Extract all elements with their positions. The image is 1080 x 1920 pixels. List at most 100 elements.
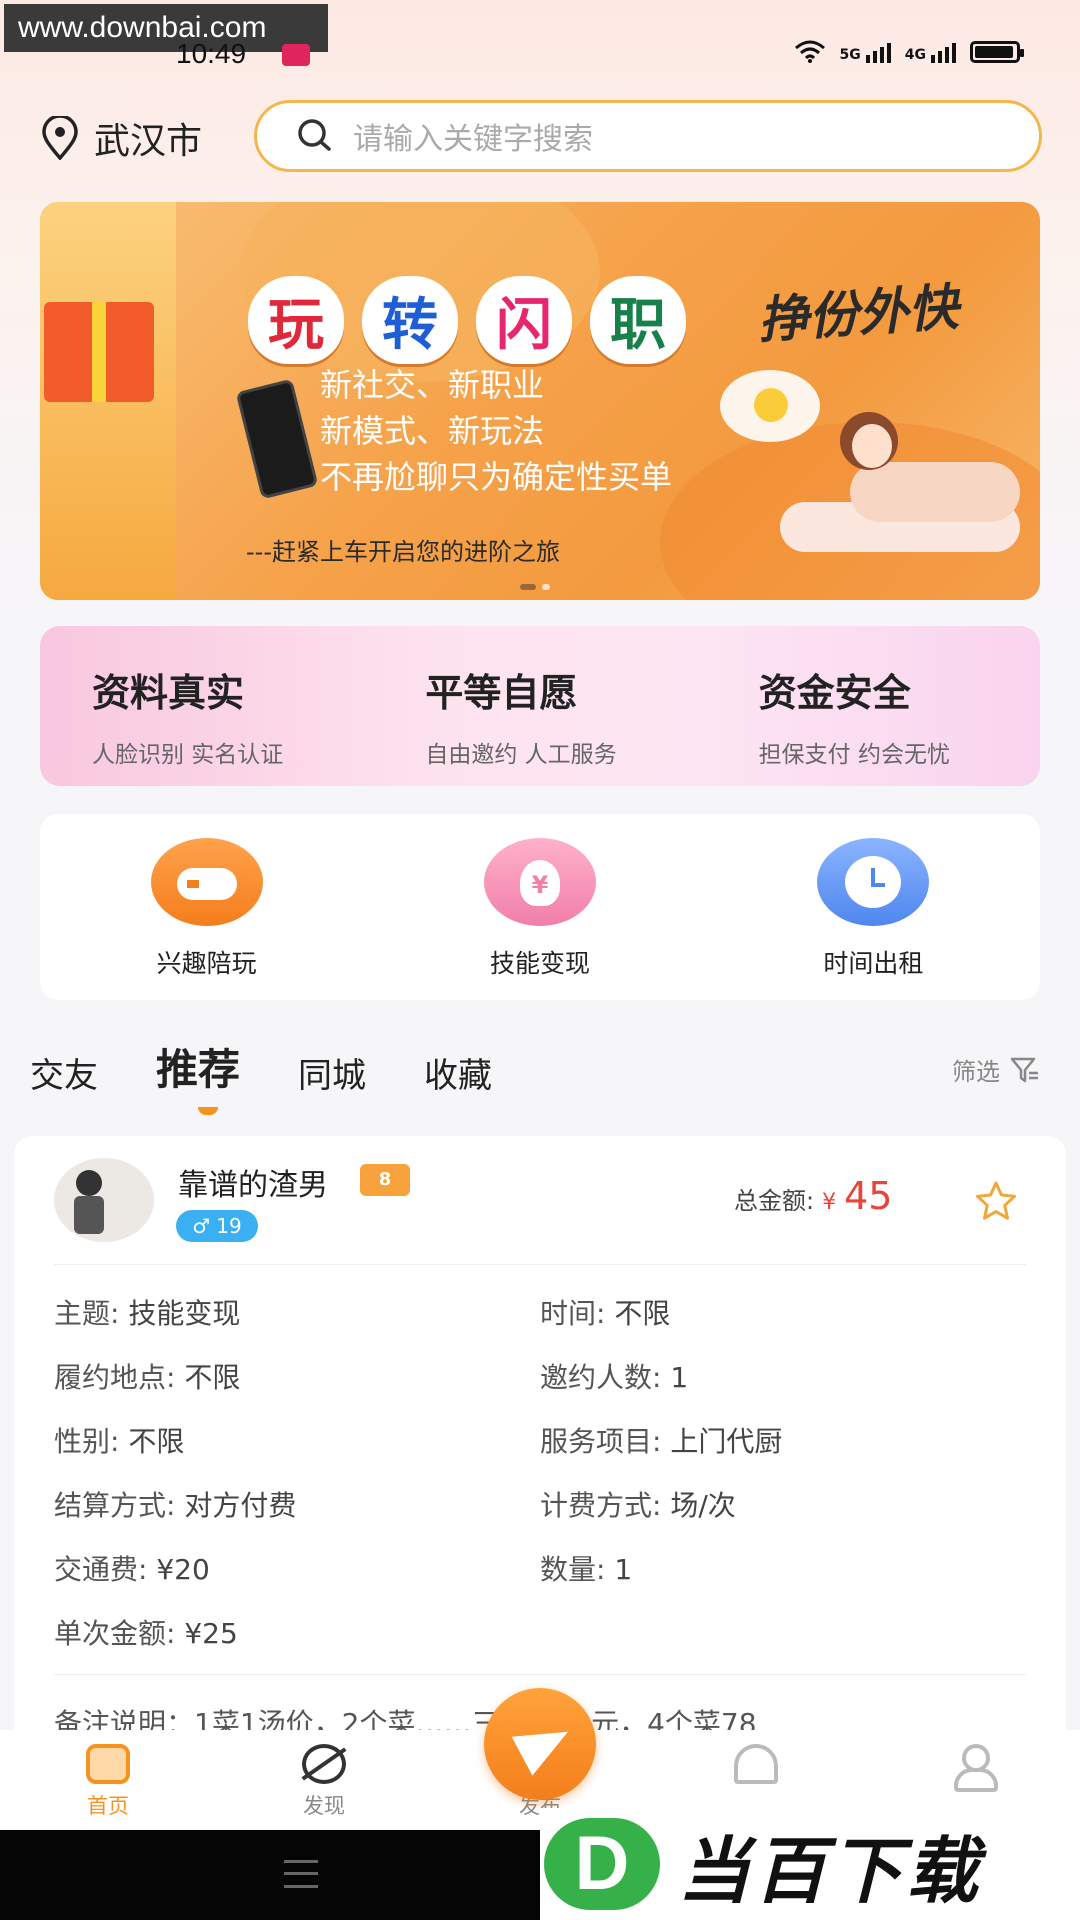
notification-app-icon (282, 44, 310, 66)
banner-lines: 新社交、新职业 新模式、新玩法 不再尬聊只为确定性买单 (320, 362, 672, 500)
paper-plane-icon (511, 1712, 579, 1776)
headline-char: 玩 (248, 276, 344, 364)
previous-slide-peek (40, 202, 176, 600)
category-interest-play[interactable]: 兴趣陪玩 (40, 814, 373, 1000)
feature-subtitle: 自由邀约 人工服务 (425, 742, 617, 768)
money-bag-icon: ¥ (483, 838, 596, 926)
field-single-amount: 单次金额: ¥25 (54, 1617, 238, 1650)
headline-char: 转 (362, 276, 458, 364)
watermark-logo-icon: D (544, 1818, 660, 1910)
category-time-rent[interactable]: 时间出租 (707, 814, 1040, 1000)
field-transport: 交通费: ¥20 (54, 1553, 210, 1586)
clock-icon (817, 838, 930, 926)
nav-label: 发现 (303, 1794, 345, 1818)
tab-friends[interactable]: 交友 (30, 1048, 98, 1097)
banner-slogan: 挣份外快 (756, 278, 961, 350)
male-icon: ♂ (192, 1214, 211, 1238)
banner-line: 新社交、新职业 (320, 366, 545, 404)
feature-item: 资金安全 担保支付 约会无忧 (707, 626, 1040, 786)
nav-label: 首页 (87, 1794, 129, 1818)
feature-title: 资金安全 (758, 671, 911, 715)
total-amount: 总金额: ¥ 45 (734, 1174, 892, 1218)
divider (54, 1264, 1026, 1265)
watermark-logo-text: 当百下载 (678, 1828, 983, 1913)
city-label: 武汉市 (94, 121, 203, 162)
field-theme: 主题: 技能变现 (54, 1297, 241, 1330)
field-settlement: 结算方式: 对方付费 (54, 1489, 297, 1522)
feature-subtitle: 人脸识别 实名认证 (92, 742, 284, 768)
girl-illustration (780, 412, 1020, 562)
signal-4g-icon: 4G (905, 41, 956, 63)
tab-recommend[interactable]: 推荐 (156, 1036, 240, 1115)
banner-line: 不再尬聊只为确定性买单 (320, 458, 673, 496)
nav-discover[interactable]: 发现 (216, 1730, 432, 1830)
search-placeholder: 请输入关键字搜索 (353, 122, 593, 157)
field-service: 服务项目: 上门代厨 (540, 1425, 783, 1458)
filter-button[interactable]: 筛选 (952, 1052, 1040, 1087)
filter-label: 筛选 (952, 1058, 1000, 1086)
menu-icon[interactable] (284, 1860, 318, 1888)
watermark-logo: D 当百下载 (540, 1808, 1080, 1920)
feature-item: 资料真实 人脸识别 实名认证 (40, 626, 373, 786)
promo-banner[interactable]: 玩 转 闪 职 挣份外快 新社交、新职业 新模式、新玩法 不再尬聊只为确定性买单… (40, 202, 1040, 600)
banner-headline: 玩 转 闪 职 (248, 276, 686, 364)
phone-illustration (235, 378, 319, 500)
category-label: 技能变现 (489, 949, 590, 978)
signal-5g-icon: 5G (840, 41, 891, 63)
field-time: 时间: 不限 (540, 1297, 671, 1330)
field-billing: 计费方式: 场/次 (540, 1489, 736, 1522)
publish-button[interactable] (484, 1688, 596, 1800)
search-input[interactable]: 请输入关键字搜索 (254, 100, 1042, 172)
username: 靠谱的渣男 (178, 1168, 328, 1203)
category-skill-monetize[interactable]: ¥ 技能变现 (373, 814, 706, 1000)
headline-char: 闪 (476, 276, 572, 364)
currency-symbol: ¥ (822, 1190, 837, 1215)
feature-strip: 资料真实 人脸识别 实名认证 平等自愿 自由邀约 人工服务 资金安全 担保支付 … (40, 626, 1040, 786)
headline-char: 职 (590, 276, 686, 364)
tab-favorites[interactable]: 收藏 (424, 1048, 492, 1097)
watermark-url: www.downbai.com (4, 4, 328, 52)
gift-box-icon (44, 302, 154, 402)
banner-footer: ---赶紧上车开启您的进阶之旅 (246, 538, 560, 566)
carousel-dot (542, 584, 550, 590)
home-icon (86, 1744, 130, 1784)
user-icon (950, 1744, 998, 1792)
battery-icon (970, 41, 1024, 63)
wifi-icon (794, 40, 825, 63)
level-badge: 8 (360, 1164, 410, 1196)
location-selector[interactable]: 武汉市 (40, 112, 202, 164)
feed-tabs: 交友 推荐 同城 收藏 (30, 1036, 550, 1115)
age-label: 19 (216, 1214, 242, 1238)
discover-icon (302, 1744, 346, 1784)
banner-line: 新模式、新玩法 (320, 412, 545, 450)
status-time: 10:49 (176, 38, 247, 69)
avatar[interactable] (54, 1158, 154, 1242)
field-place: 履约地点: 不限 (54, 1361, 241, 1394)
bell-icon (734, 1744, 778, 1784)
gamepad-icon (150, 838, 263, 926)
favorite-star-icon[interactable] (974, 1180, 1018, 1222)
status-icons: 5G 4G (794, 40, 1024, 64)
feature-subtitle: 担保支付 约会无忧 (758, 742, 950, 768)
feature-title: 资料真实 (92, 671, 245, 715)
search-icon (298, 119, 331, 151)
nav-home[interactable]: 首页 (0, 1730, 216, 1830)
total-label: 总金额: (734, 1187, 815, 1215)
order-card[interactable]: 靠谱的渣男 8 ♂ 19 总金额: ¥ 45 主题: 技能变现 时间: 不限 履… (14, 1136, 1066, 1776)
feature-title: 平等自愿 (425, 671, 578, 715)
feature-item: 平等自愿 自由邀约 人工服务 (373, 626, 706, 786)
category-label: 时间出租 (823, 949, 924, 978)
divider (54, 1674, 1026, 1675)
filter-icon (1010, 1057, 1038, 1082)
field-quantity: 数量: 1 (540, 1553, 633, 1586)
category-label: 兴趣陪玩 (156, 949, 257, 978)
location-pin-icon (42, 116, 78, 160)
carousel-dot-active (520, 584, 536, 590)
carousel-indicator (520, 584, 550, 590)
tab-local[interactable]: 同城 (298, 1048, 366, 1097)
field-gender: 性别: 不限 (54, 1425, 185, 1458)
gender-age-badge: ♂ 19 (176, 1210, 258, 1242)
category-nav: 兴趣陪玩 ¥ 技能变现 时间出租 (40, 814, 1040, 1000)
total-value: 45 (844, 1174, 893, 1218)
field-people: 邀约人数: 1 (540, 1361, 689, 1394)
